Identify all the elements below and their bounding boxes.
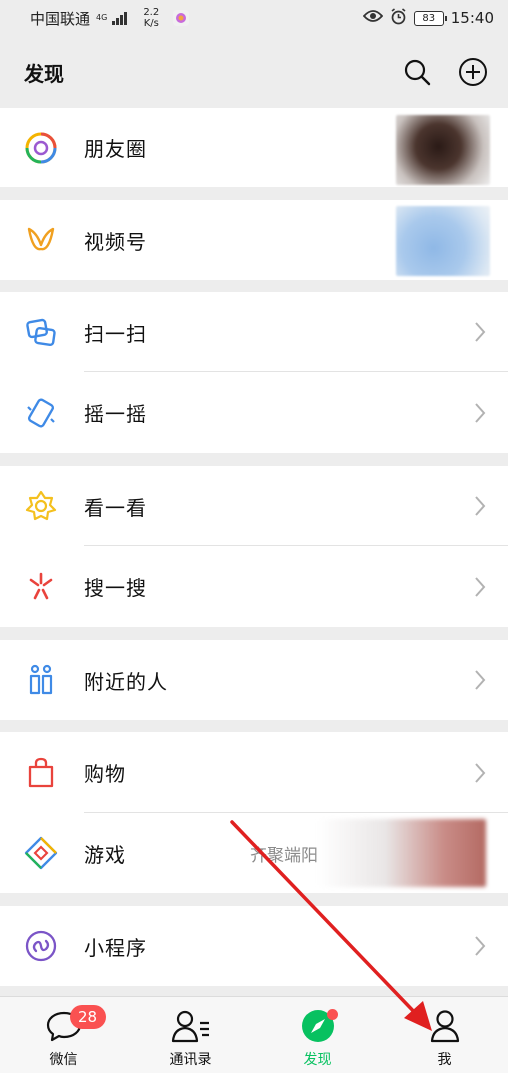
channels-label: 视频号 <box>84 229 147 254</box>
menu-item-search[interactable]: 搜一搜 <box>0 546 508 627</box>
chevron-right-icon <box>474 934 488 958</box>
alarm-icon <box>390 7 407 29</box>
chevron-right-icon <box>474 401 488 425</box>
menu-item-games[interactable]: 游戏 齐聚端阳 <box>0 813 508 893</box>
shopping-label: 购物 <box>84 762 126 786</box>
search-sparkle-icon <box>24 570 58 604</box>
network-type: 4G <box>96 14 107 22</box>
page-header: 发现 <box>0 36 508 108</box>
moments-label: 朋友圈 <box>84 137 147 161</box>
compass-icon <box>298 1007 338 1045</box>
tab-contacts-label: 通讯录 <box>169 1052 212 1068</box>
mini-programs-icon <box>24 929 58 963</box>
eye-icon <box>362 9 383 27</box>
chevron-right-icon <box>474 575 488 599</box>
games-promo-text: 齐聚端阳 <box>250 845 318 866</box>
tab-contacts[interactable]: 通讯录 <box>127 997 254 1073</box>
scan-icon <box>24 315 58 349</box>
chat-bubble-icon: 28 <box>44 1005 106 1045</box>
games-label: 游戏 <box>84 842 126 867</box>
nearby-label: 附近的人 <box>84 669 168 694</box>
tab-chats-label: 微信 <box>49 1052 78 1068</box>
chevron-right-icon <box>474 320 488 344</box>
tab-me[interactable]: 我 <box>381 997 508 1073</box>
signal-icon <box>112 11 128 25</box>
menu-item-mini-programs[interactable]: 小程序 <box>0 906 508 986</box>
chevron-right-icon <box>474 761 488 785</box>
shopping-bag-icon <box>24 756 58 790</box>
menu-item-top-stories[interactable]: 看一看 <box>0 466 508 546</box>
plus-circle-icon[interactable] <box>458 57 488 87</box>
menu-item-moments[interactable]: 朋友圈 <box>0 108 508 187</box>
menu-item-channels[interactable]: 视频号 <box>0 200 508 280</box>
menu-item-shake[interactable]: 摇一摇 <box>0 372 508 453</box>
mini-programs-label: 小程序 <box>84 935 147 960</box>
tab-chats[interactable]: 28 微信 <box>0 997 127 1073</box>
shake-icon <box>24 396 58 430</box>
bottom-tab-bar: 28 微信 通讯录 发现 我 <box>0 996 508 1073</box>
app-notification-icon <box>173 10 190 26</box>
battery-level: 83 <box>422 12 436 24</box>
carrier-name: 中国联通 <box>30 9 91 28</box>
channels-icon <box>24 223 58 257</box>
chevron-right-icon <box>474 668 488 692</box>
contacts-icon <box>171 1007 211 1045</box>
network-speed: 2.2 K/s <box>143 7 159 29</box>
speed-unit: K/s <box>143 18 159 29</box>
unread-badge: 28 <box>69 1005 106 1029</box>
new-dot-badge <box>326 1009 338 1020</box>
clock-time: 15:40 <box>450 9 494 27</box>
search-icon[interactable] <box>402 57 432 87</box>
speed-value: 2.2 <box>143 7 160 18</box>
person-icon <box>425 1007 465 1045</box>
top-stories-label: 看一看 <box>84 495 147 520</box>
menu-item-nearby[interactable]: 附近的人 <box>0 640 508 720</box>
menu-item-shopping[interactable]: 购物 <box>0 732 508 813</box>
battery-icon: 83 <box>413 10 447 26</box>
tab-discover[interactable]: 发现 <box>254 997 381 1073</box>
network-type-label: 4G <box>96 13 108 22</box>
search-label: 搜一搜 <box>84 576 147 600</box>
top-stories-icon <box>24 489 58 523</box>
shake-label: 摇一摇 <box>84 402 147 426</box>
tab-me-label: 我 <box>437 1052 452 1068</box>
menu-item-scan[interactable]: 扫一扫 <box>0 292 508 372</box>
status-bar: 中国联通 4G 2.2 K/s 83 15:40 <box>0 0 508 36</box>
moments-icon <box>24 131 58 165</box>
chevron-right-icon <box>474 494 488 518</box>
people-nearby-icon <box>24 663 58 697</box>
page-title: 发现 <box>24 61 64 86</box>
tab-discover-label: 发现 <box>303 1052 332 1068</box>
scan-label: 扫一扫 <box>84 321 147 346</box>
games-icon <box>24 836 58 870</box>
games-thumbnail <box>318 819 486 887</box>
moments-thumbnail <box>396 115 490 185</box>
channels-thumbnail <box>396 206 490 276</box>
